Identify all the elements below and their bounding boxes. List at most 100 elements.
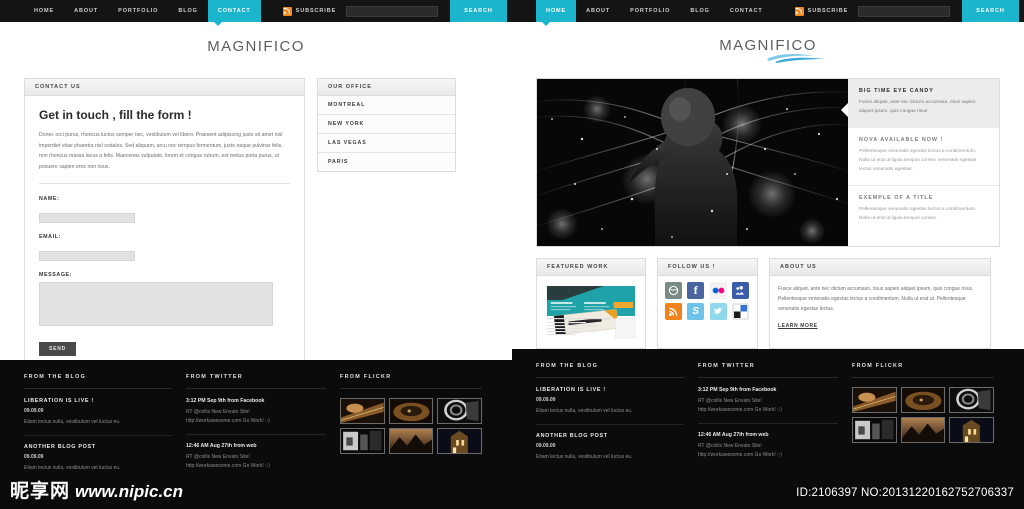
- search-input[interactable]: [346, 5, 439, 17]
- screenshot-root: HOME ABOUT PORTFOLIO BLOG CONTACT SUBSCR…: [0, 0, 1024, 509]
- nav-item-portfolio[interactable]: PORTFOLIO: [108, 0, 168, 22]
- about-us-body: Fusce aliquet, ante nec dictum accumsan,…: [770, 276, 990, 340]
- footer-blog-column: FROM THE BLOG LIBERATION IS LIVE ! 09.09…: [536, 363, 684, 477]
- blog-entry[interactable]: ANOTHER BLOG POST 09.09.09 Etiam lectus …: [24, 444, 172, 481]
- nav-item-home[interactable]: HOME: [536, 0, 577, 22]
- office-item-paris[interactable]: PARIS: [318, 153, 455, 171]
- blog-entry-title: ANOTHER BLOG POST: [24, 443, 96, 450]
- office-item-lasvegas[interactable]: LAS VEGAS: [318, 134, 455, 153]
- watermark-url: www.nipic.cn: [75, 482, 184, 501]
- search-button[interactable]: SEARCH: [962, 0, 1019, 22]
- flickr-thumb-1[interactable]: [852, 387, 897, 413]
- blog-entry[interactable]: LIBERATION IS LIVE ! 09.09.09 Etiam lect…: [536, 387, 684, 425]
- footer-flickr-column: FROM FLICKR: [340, 374, 482, 488]
- tweet-link: http://workawesome.com Go Work! :-): [698, 452, 782, 458]
- slide-title: BIG TIME EYE CANDY: [859, 88, 934, 94]
- tweet-item[interactable]: 3:12 PM Sep 9th from Facebook RT @collis…: [698, 387, 838, 424]
- featured-work-box: FEATURED WORK: [536, 258, 646, 349]
- contact-panel-body: Get in touch , fill the form ! Donec orc…: [25, 96, 304, 370]
- rss-icon: [794, 6, 804, 16]
- flickr-thumb-6[interactable]: [437, 428, 482, 454]
- tweet-item[interactable]: 12:46 AM Aug 27th from web RT @collis Ne…: [186, 443, 326, 479]
- subscribe-label: SUBSCRIBE: [295, 8, 337, 14]
- name-field[interactable]: [39, 212, 135, 223]
- search-button[interactable]: SEARCH: [450, 0, 507, 22]
- contact-heading: Get in touch , fill the form !: [39, 108, 192, 122]
- name-label: NAME:: [39, 195, 60, 202]
- twitter-icon[interactable]: [709, 303, 727, 320]
- nav-item-blog[interactable]: BLOG: [168, 0, 208, 22]
- slide-item-2[interactable]: NOVA AVAILABLE NOW ! Pellentesque venena…: [848, 128, 999, 186]
- nav-menu: HOME ABOUT PORTFOLIO BLOG CONTACT: [24, 0, 261, 22]
- flickr-thumb-4[interactable]: [340, 428, 385, 454]
- send-button[interactable]: SEND: [39, 341, 77, 356]
- blog-entry[interactable]: ANOTHER BLOG POST 09.09.09 Etiam lectus …: [536, 433, 684, 470]
- message-field[interactable]: [39, 281, 273, 326]
- tweet-link: http://workawesome.com Go Work! :-): [698, 407, 782, 413]
- flickr-thumb-3[interactable]: [949, 387, 994, 413]
- slider-next-arrow-icon[interactable]: [841, 103, 848, 117]
- flickr-grid: [340, 398, 482, 454]
- tweet-item[interactable]: 3:12 PM Sep 9th from Facebook RT @collis…: [186, 398, 326, 435]
- myspace-icon[interactable]: [731, 282, 749, 299]
- hero-image[interactable]: [537, 79, 848, 246]
- subscribe-link[interactable]: SUBSCRIBE: [785, 0, 859, 22]
- tweet-link: http://workawesome.com Go Work! :-): [186, 418, 270, 424]
- blog-entry-date: 09.09.09: [536, 397, 556, 403]
- footer-twitter-column: FROM TWITTER 3:12 PM Sep 9th from Facebo…: [186, 374, 326, 488]
- nav-item-contact[interactable]: CONTACT: [207, 0, 261, 22]
- subscribe-link[interactable]: SUBSCRIBE: [273, 0, 347, 22]
- logo-right[interactable]: MAGNIFICO: [512, 22, 1024, 70]
- featured-work-thumbnail[interactable]: [545, 284, 637, 340]
- nav-item-home[interactable]: HOME: [24, 0, 64, 22]
- nav-item-about[interactable]: ABOUT: [576, 0, 620, 22]
- footer-twitter-title: FROM TWITTER: [186, 374, 326, 389]
- tweet-timestamp: 12:46 AM Aug 27th from web: [698, 432, 769, 438]
- home-content: BIG TIME EYE CANDY Fusce aliquet, ante n…: [512, 70, 1024, 349]
- footer-flickr-column: FROM FLICKR: [852, 363, 994, 477]
- contact-content: CONTACT US Get in touch , fill the form …: [0, 70, 512, 371]
- nav-item-contact[interactable]: CONTACT: [720, 0, 773, 22]
- follow-us-box: FOLLOW US ! f S: [657, 258, 758, 349]
- nav-search-area: SEARCH: [346, 0, 512, 22]
- blog-entry-date: 09.09.09: [536, 442, 556, 449]
- tweet-text: RT @collis New Envato Site!: [186, 409, 250, 415]
- search-input[interactable]: [858, 5, 951, 17]
- footer-blog-title: FROM THE BLOG: [24, 374, 172, 389]
- flickr-thumb-2[interactable]: [900, 387, 946, 413]
- flickr-thumb-4[interactable]: [852, 417, 897, 443]
- flickr-thumb-6[interactable]: [949, 417, 994, 443]
- flickr-icon[interactable]: [709, 282, 727, 299]
- blog-entry-title: LIBERATION IS LIVE !: [536, 387, 606, 393]
- flickr-thumb-3[interactable]: [437, 398, 482, 424]
- office-item-montreal[interactable]: MONTREAL: [318, 96, 455, 115]
- logo-left[interactable]: MAGNIFICO: [0, 22, 512, 70]
- flickr-thumb-2[interactable]: [388, 398, 434, 424]
- blog-entry-excerpt: Etiam lectus nulla, vestibulum vel luctu…: [24, 464, 121, 471]
- hero-image-graphic: [537, 79, 848, 246]
- logo-text: MAGNIFICO: [207, 37, 305, 55]
- rss-icon[interactable]: [665, 303, 682, 320]
- footer-twitter-column: FROM TWITTER 3:12 PM Sep 9th from Facebo…: [698, 363, 838, 477]
- blog-entry[interactable]: LIBERATION IS LIVE ! 09.09.09 Etiam lect…: [24, 398, 172, 436]
- skype-icon[interactable]: S: [687, 303, 705, 320]
- flickr-thumb-5[interactable]: [900, 417, 946, 443]
- office-item-newyork[interactable]: NEW YORK: [318, 115, 455, 134]
- nav-item-about[interactable]: ABOUT: [64, 0, 108, 22]
- flickr-thumb-5[interactable]: [388, 428, 434, 454]
- nav-item-portfolio[interactable]: PORTFOLIO: [620, 0, 680, 22]
- footer-twitter-title: FROM TWITTER: [698, 363, 838, 378]
- featured-work-title: FEATURED WORK: [537, 259, 645, 276]
- slide-item-1[interactable]: BIG TIME EYE CANDY Fusce aliquet, ante n…: [848, 79, 999, 128]
- slide-item-3[interactable]: EXEMPLE OF A TITLE Pellentesque venenati…: [848, 186, 999, 234]
- nav-item-blog[interactable]: BLOG: [680, 0, 720, 22]
- delicious-icon[interactable]: [731, 303, 749, 320]
- footer-blog-column: FROM THE BLOG LIBERATION IS LIVE ! 09.09…: [24, 374, 172, 488]
- tweet-item[interactable]: 12:46 AM Aug 27th from web RT @collis Ne…: [698, 432, 838, 468]
- flickr-thumb-1[interactable]: [340, 398, 385, 424]
- contact-paragraph: Donec orci purus, rhoncus luctus semper …: [39, 132, 283, 170]
- dribbble-icon[interactable]: [665, 282, 682, 299]
- facebook-icon[interactable]: f: [687, 282, 705, 299]
- learn-more-link[interactable]: LEARN MORE: [778, 323, 818, 329]
- email-field[interactable]: [39, 250, 135, 261]
